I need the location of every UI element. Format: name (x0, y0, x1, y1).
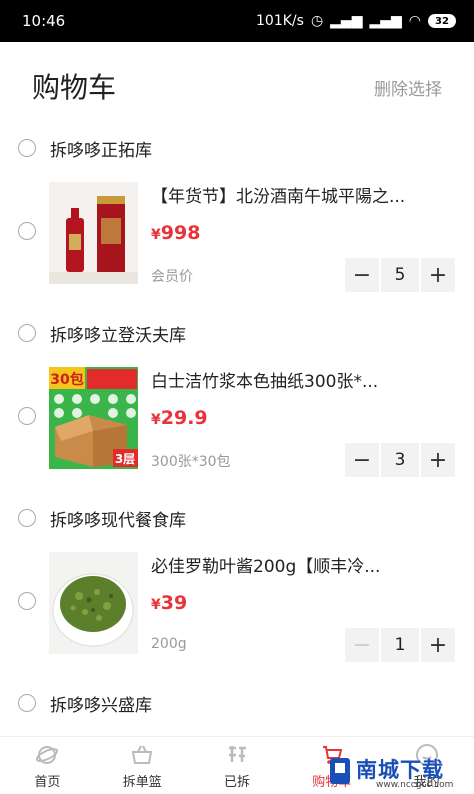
nav-item-done[interactable]: 已拆 (190, 737, 285, 794)
product-thumbnail[interactable] (49, 552, 138, 654)
watermark-url: www.nccgcc.com (376, 780, 454, 790)
watermark-logo: 南城下载 www.nccgcc.com (326, 752, 466, 792)
cart-list: 拆哆哆正拓库 【年货节】北汾酒南午城平陽之... ¥998 会员价 − 5 + (0, 126, 474, 736)
price-value: 998 (160, 222, 201, 244)
store-header: 拆哆哆正拓库 (0, 126, 474, 170)
store-header: 拆哆哆立登沃夫库 (0, 311, 474, 355)
decrease-button[interactable]: − (345, 443, 379, 477)
item-spec: 会员价 (151, 269, 193, 285)
item-price: ¥29.9 (151, 407, 208, 429)
item-spec: 300张*30包 (151, 454, 231, 470)
store-select-radio[interactable] (18, 509, 36, 527)
item-title[interactable]: 白士洁竹浆本色抽纸300张*... (151, 367, 421, 392)
basket-icon (129, 742, 155, 768)
store-name: 拆哆哆正拓库 (50, 140, 152, 161)
quantity-value[interactable]: 1 (381, 628, 419, 662)
decrease-button[interactable]: − (345, 258, 379, 292)
status-time: 10:46 (22, 12, 66, 30)
currency-symbol: ¥ (151, 597, 161, 613)
store-header: 拆哆哆现代餐食库 (0, 496, 474, 540)
item-spec: 200g (151, 636, 187, 652)
item-title[interactable]: 【年货节】北汾酒南午城平陽之... (151, 182, 421, 207)
decrease-button[interactable]: − (345, 628, 379, 662)
signal-icon-2: ▂▄▆ (369, 13, 402, 29)
nav-item-home[interactable]: 首页 (0, 737, 95, 794)
quantity-stepper: − 1 + (345, 628, 455, 662)
item-select-radio[interactable] (18, 592, 36, 610)
status-indicators: 101K/s ◷ ▂▄▆ ▂▄▆ ◠ 32 (256, 13, 456, 29)
item-title[interactable]: 必佳罗勒叶酱200g【顺丰冷... (151, 552, 421, 577)
store-name: 拆哆哆现代餐食库 (50, 510, 186, 531)
store-select-radio[interactable] (18, 139, 36, 157)
planet-icon (34, 742, 60, 768)
cart-item: 30包 3层 白士洁竹浆本色抽纸300张*... ¥29.9 300张*30包 … (0, 355, 474, 496)
thumb-label: 30包 (50, 371, 83, 388)
item-price: ¥39 (151, 592, 187, 614)
product-thumbnail[interactable]: 30包 3层 (49, 367, 138, 469)
item-select-radio[interactable] (18, 222, 36, 240)
cart-item: 必佳罗勒叶酱200g【顺丰冷... ¥39 200g − 1 + (0, 540, 474, 681)
status-bar: 10:46 101K/s ◷ ▂▄▆ ▂▄▆ ◠ 32 (0, 0, 474, 42)
chai-icon (224, 742, 250, 768)
store-select-radio[interactable] (18, 694, 36, 712)
nav-label: 拆单篮 (122, 774, 162, 790)
price-value: 29.9 (160, 407, 208, 429)
cart-item: 【年货节】北汾酒南午城平陽之... ¥998 会员价 − 5 + (0, 170, 474, 311)
increase-button[interactable]: + (421, 258, 455, 292)
nav-label: 首页 (34, 774, 61, 790)
currency-symbol: ¥ (151, 227, 161, 243)
quantity-value[interactable]: 5 (381, 258, 419, 292)
signal-icon: ▂▄▆ (330, 13, 363, 29)
page-title: 购物车 (32, 71, 117, 104)
thumb-badge: 3层 (115, 452, 135, 466)
nav-item-basket[interactable]: 拆单篮 (95, 737, 190, 794)
nav-label: 已拆 (223, 774, 250, 790)
quantity-value[interactable]: 3 (381, 443, 419, 477)
store-header: 拆哆哆兴盛库 (0, 681, 474, 725)
quantity-stepper: − 5 + (345, 258, 455, 292)
battery-icon: 32 (428, 14, 456, 28)
alarm-icon: ◷ (310, 13, 324, 29)
store-name: 拆哆哆兴盛库 (50, 695, 152, 716)
price-value: 39 (160, 592, 188, 614)
network-speed: 101K/s (256, 13, 304, 29)
increase-button[interactable]: + (421, 628, 455, 662)
increase-button[interactable]: + (421, 443, 455, 477)
wifi-icon: ◠ (408, 13, 421, 29)
quantity-stepper: − 3 + (345, 443, 455, 477)
product-thumbnail[interactable] (49, 182, 138, 284)
item-select-radio[interactable] (18, 407, 36, 425)
store-select-radio[interactable] (18, 324, 36, 342)
currency-symbol: ¥ (151, 412, 161, 428)
store-name: 拆哆哆立登沃夫库 (50, 325, 186, 346)
item-price: ¥998 (151, 222, 200, 244)
header: 购物车 删除选择 (0, 42, 474, 126)
delete-selected-button[interactable]: 删除选择 (374, 75, 442, 100)
